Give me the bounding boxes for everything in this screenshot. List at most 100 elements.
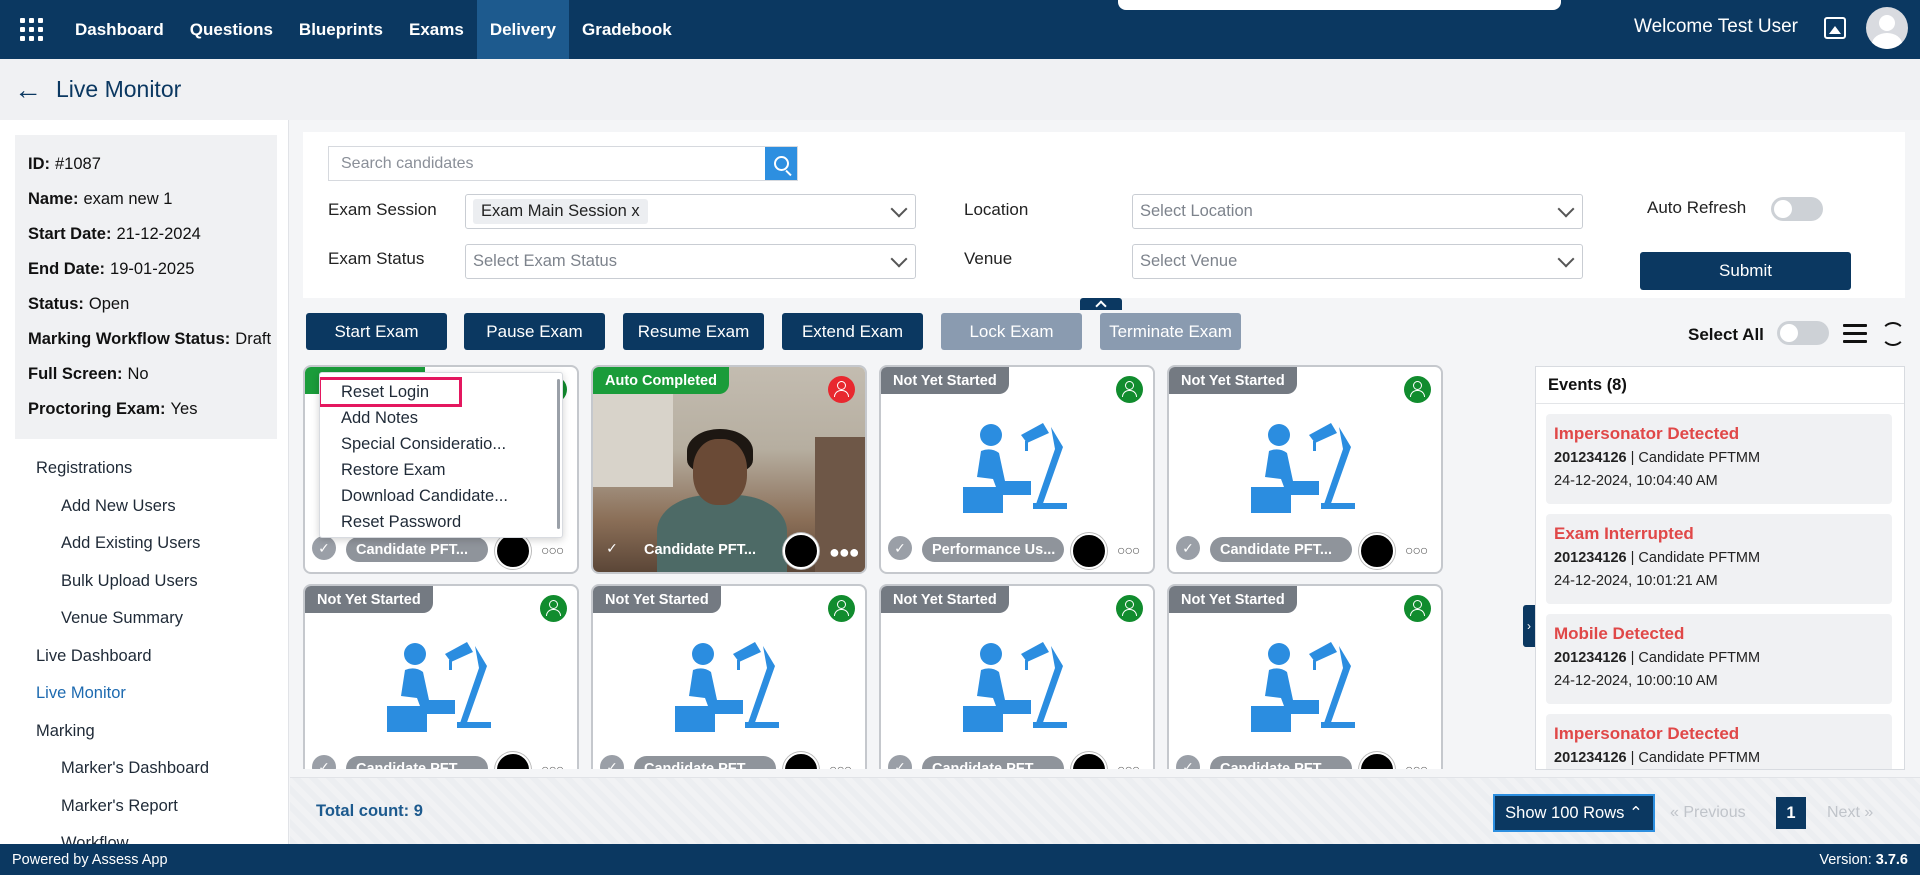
candidate-cam-indicator [495, 752, 531, 769]
previous-page-link[interactable]: « Previous [1670, 804, 1746, 822]
check-icon[interactable]: ✓ [600, 755, 624, 769]
lock-exam-button[interactable]: Lock Exam [941, 313, 1082, 350]
event-card[interactable]: Mobile Detected 201234126 | Candidate PF… [1546, 614, 1892, 704]
check-icon[interactable]: ✓ [1176, 536, 1200, 560]
terminate-exam-button[interactable]: Terminate Exam [1100, 313, 1241, 350]
exam-session-chip[interactable]: Exam Main Session x [473, 199, 648, 224]
candidate-tile[interactable]: Not Yet Started ✓ Candidate PFT... ○○○ [591, 584, 867, 769]
more-options-icon[interactable]: ○○○ [829, 761, 852, 769]
candidate-name[interactable]: Candidate PFT... [634, 756, 776, 769]
exam-status-select[interactable]: Select Exam Status [465, 244, 916, 279]
candidate-tile[interactable]: Not Yet Started ✓ Performance Us... ○○○ [879, 365, 1155, 574]
check-icon[interactable]: ✓ [888, 755, 912, 769]
location-select[interactable]: Select Location [1132, 194, 1583, 229]
page-number[interactable]: 1 [1776, 797, 1806, 829]
menu-item-special-consideration[interactable]: Special Consideratio... [320, 431, 562, 457]
sidebar-item-live-monitor[interactable]: Live Monitor [0, 675, 288, 713]
candidate-cam-indicator [783, 533, 819, 569]
auto-refresh-toggle[interactable] [1771, 197, 1823, 221]
exam-session-select[interactable]: Exam Main Session x [465, 194, 916, 229]
check-icon[interactable]: ✓ [888, 536, 912, 560]
submit-button[interactable]: Submit [1640, 252, 1851, 290]
sidebar-item-registrations[interactable]: Registrations [0, 450, 288, 488]
menu-item-restore-exam[interactable]: Restore Exam [320, 457, 562, 483]
sidebar-item-live-dashboard[interactable]: Live Dashboard [0, 638, 288, 676]
more-options-icon[interactable]: ○○○ [1405, 761, 1428, 769]
sidebar-item-add-new-users[interactable]: Add New Users [0, 488, 288, 526]
search-button[interactable] [765, 147, 797, 180]
check-icon[interactable]: ✓ [1176, 755, 1200, 769]
tile-footer: ✓ Candidate PFT... ○○○ [1169, 747, 1441, 769]
menu-item-reset-password[interactable]: Reset Password [320, 509, 562, 535]
more-options-icon[interactable]: ○○○ [1405, 542, 1428, 558]
candidate-name[interactable]: Candidate PFT... [1210, 537, 1352, 562]
candidate-tile[interactable]: Not Yet Started ✓ Candidate PFT... ○○○ [1167, 584, 1443, 769]
arrow-left-icon[interactable]: ← [14, 74, 44, 106]
sidebar-item-add-existing-users[interactable]: Add Existing Users [0, 525, 288, 563]
select-all-toggle[interactable] [1777, 321, 1829, 345]
start-exam-button[interactable]: Start Exam [306, 313, 447, 350]
more-options-icon[interactable]: ●●● [829, 542, 860, 563]
info-marking-workflow: Marking Workflow Status: Draft [28, 330, 272, 348]
nav-questions[interactable]: Questions [177, 0, 286, 59]
candidate-name[interactable]: Candidate PFT... [346, 537, 488, 562]
menu-item-download-candidate[interactable]: Download Candidate... [320, 483, 562, 509]
event-title: Impersonator Detected [1554, 724, 1740, 743]
list-view-icon[interactable] [1843, 324, 1867, 344]
menu-scrollbar[interactable] [557, 379, 560, 529]
user-icon [1116, 376, 1143, 403]
sidebar-item-venue-summary[interactable]: Venue Summary [0, 600, 288, 638]
extend-exam-button[interactable]: Extend Exam [782, 313, 923, 350]
tile-footer: ✓ Candidate PFT... ○○○ [593, 747, 865, 769]
more-options-icon[interactable]: ○○○ [1117, 761, 1140, 769]
avatar[interactable] [1866, 7, 1908, 49]
candidate-tile[interactable]: Not Yet Started ✓ Candidate PFT... ○○○ [303, 584, 579, 769]
menu-item-reset-login[interactable]: Reset Login [320, 377, 462, 407]
check-icon[interactable]: ✓ [312, 536, 336, 560]
event-card[interactable]: Impersonator Detected 201234126 | Candid… [1546, 714, 1892, 769]
sidebar-item-markers-report[interactable]: Marker's Report [0, 788, 288, 826]
nav-blueprints[interactable]: Blueprints [286, 0, 396, 59]
menu-item-add-notes[interactable]: Add Notes [320, 405, 562, 431]
rows-per-page-button[interactable]: Show 100 Rows ⌃ [1493, 794, 1655, 832]
event-card[interactable]: Exam Interrupted 201234126 | Candidate P… [1546, 514, 1892, 604]
check-icon[interactable]: ✓ [312, 755, 336, 769]
candidate-tile[interactable]: Not Yet Started ✓ Candidate PFT... ○○○ [1167, 365, 1443, 574]
check-icon[interactable]: ✓ [600, 536, 624, 560]
nav-exams[interactable]: Exams [396, 0, 477, 59]
nav-dashboard[interactable]: Dashboard [62, 0, 177, 59]
candidate-name[interactable]: Candidate PFT... [346, 756, 488, 769]
sidebar-item-marking[interactable]: Marking [0, 713, 288, 751]
sidebar-item-workflow[interactable]: Workflow [0, 825, 288, 844]
candidate-tile[interactable]: Auto Completed ✓ Candidate PFT... ●●● [591, 365, 867, 574]
candidate-name[interactable]: Performance Us... [922, 537, 1064, 562]
more-options-icon[interactable]: ○○○ [541, 761, 564, 769]
search-input[interactable] [329, 147, 765, 180]
tile-status-badge: Not Yet Started [593, 586, 721, 613]
candidate-name[interactable]: Candidate PFT... [1210, 756, 1352, 769]
info-start-date: Start Date: 21-12-2024 [28, 225, 201, 243]
filter-collapse-toggle[interactable] [1080, 298, 1122, 310]
more-options-icon[interactable]: ○○○ [541, 542, 564, 558]
sidebar-item-markers-dashboard[interactable]: Marker's Dashboard [0, 750, 288, 788]
next-page-link[interactable]: Next » [1827, 804, 1873, 822]
candidate-name[interactable]: Candidate PFT... [634, 537, 776, 562]
candidate-tile[interactable]: Not Yet Started ✓ Candidate PFT... ○○○ [879, 584, 1155, 769]
image-icon[interactable] [1824, 17, 1846, 39]
sidebar-item-bulk-upload-users[interactable]: Bulk Upload Users [0, 563, 288, 601]
events-collapse-toggle[interactable]: › [1523, 605, 1535, 647]
nav-delivery[interactable]: Delivery [476, 0, 569, 59]
info-id: ID: #1087 [28, 155, 101, 173]
apps-grid-icon[interactable] [0, 0, 62, 59]
resume-exam-button[interactable]: Resume Exam [623, 313, 764, 350]
total-count: Total count: 9 [316, 802, 423, 820]
refresh-icon[interactable] [1881, 322, 1905, 346]
tile-footer: ✓ Candidate PFT... ●●● [593, 528, 865, 572]
venue-select[interactable]: Select Venue [1132, 244, 1583, 279]
pause-exam-button[interactable]: Pause Exam [464, 313, 605, 350]
top-search-box[interactable] [1118, 0, 1561, 10]
nav-gradebook[interactable]: Gradebook [569, 0, 685, 59]
candidate-name[interactable]: Candidate PFT... [922, 756, 1064, 769]
more-options-icon[interactable]: ○○○ [1117, 542, 1140, 558]
event-card[interactable]: Impersonator Detected 201234126 | Candid… [1546, 414, 1892, 504]
